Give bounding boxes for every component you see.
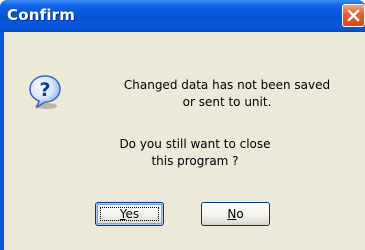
yes-label-rest: es <box>125 207 140 221</box>
no-button[interactable]: No <box>201 202 270 226</box>
message-line-1: Changed data has not been saved <box>123 78 331 92</box>
no-label-rest: o <box>236 207 244 221</box>
question-line-1: Do you still want to close <box>119 137 271 151</box>
no-button-label: No <box>227 207 243 221</box>
svg-text:?: ? <box>39 79 50 101</box>
message-line-2: or sent to unit. <box>182 95 272 109</box>
dialog-body: ? Changed data has not been saved or sen… <box>4 32 365 250</box>
yes-button-label: Yes <box>120 207 139 221</box>
confirm-dialog-window: Confirm ? Changed data has not been save… <box>0 0 365 250</box>
title-bar[interactable]: Confirm <box>0 0 365 32</box>
yes-button[interactable]: Yes <box>95 202 164 226</box>
question-icon: ? <box>29 75 61 109</box>
question-line-2: this program ? <box>151 154 239 168</box>
close-icon <box>347 9 360 22</box>
close-button[interactable] <box>342 4 365 27</box>
window-title: Confirm <box>7 6 76 24</box>
no-mnemonic: N <box>227 207 237 221</box>
